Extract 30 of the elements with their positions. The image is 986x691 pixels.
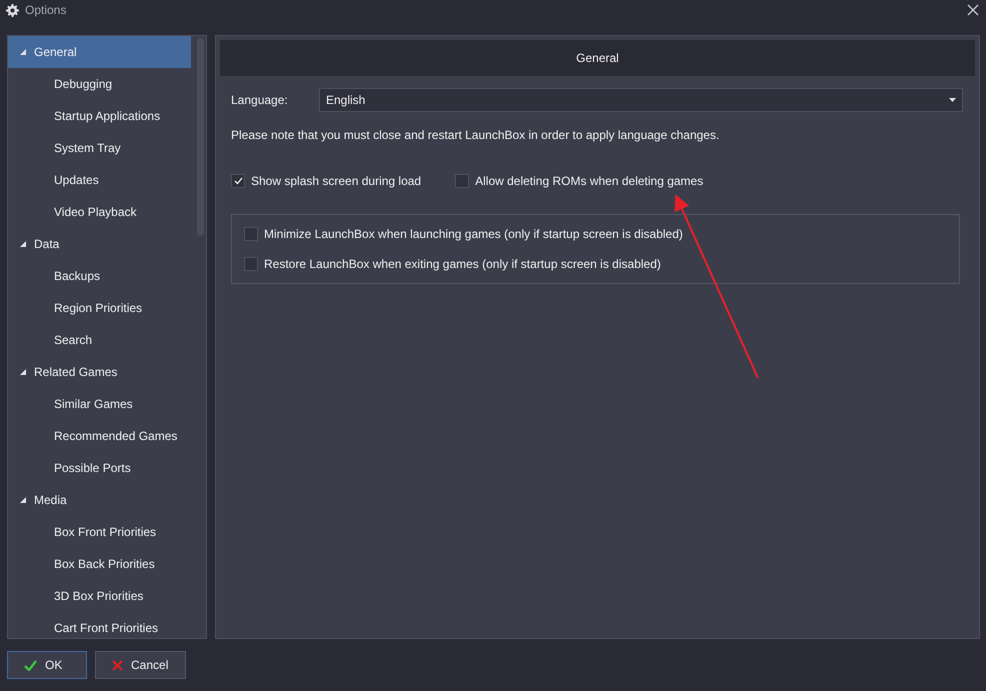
window-title: Options — [25, 2, 66, 19]
ok-button[interactable]: OK — [7, 651, 87, 679]
field-label: Language: — [231, 92, 289, 109]
tree-item[interactable]: Box Front Priorities — [8, 516, 191, 548]
checkbox[interactable]: Allow deleting ROMs when deleting games — [455, 172, 704, 190]
tree-item[interactable]: Startup Applications — [8, 100, 191, 132]
checkbox[interactable]: Minimize LaunchBox when launching games (only if startup screen is disabled) — [244, 225, 683, 243]
tree-item[interactable]: Similar Games — [8, 388, 191, 420]
tree-item[interactable]: Possible Ports — [8, 452, 191, 484]
tree-item[interactable]: Debugging — [8, 68, 191, 100]
tree-item[interactable]: Region Priorities — [8, 292, 191, 324]
tree-item[interactable]: Related Games — [8, 356, 191, 388]
tree-item[interactable]: Cart Front Priorities — [8, 612, 191, 638]
checkbox[interactable]: Show splash screen during load — [231, 172, 422, 190]
checkbox[interactable]: Restore LaunchBox when exiting games (only if startup screen is disabled) — [244, 255, 661, 273]
tree-item[interactable]: System Tray — [8, 132, 191, 164]
tree-item[interactable]: Recommended Games — [8, 420, 191, 452]
tree-item[interactable]: Data — [8, 228, 191, 260]
tree-item[interactable]: Updates — [8, 164, 191, 196]
tree-item[interactable]: General — [8, 36, 191, 68]
tree-item[interactable]: Video Playback — [8, 196, 191, 228]
tree-item[interactable]: Box Back Priorities — [8, 548, 191, 580]
tree-item[interactable]: Media — [8, 484, 191, 516]
tree-item[interactable]: Backups — [8, 260, 191, 292]
tree-item[interactable]: 3D Box Priorities — [8, 580, 191, 612]
tree-item[interactable]: Search — [8, 324, 191, 356]
language-dropdown[interactable]: English — [319, 88, 963, 112]
section-header: General — [220, 40, 975, 76]
note-text: Please note that you must close and restart LaunchBox in order to apply language changes. — [231, 127, 720, 144]
cancel-button[interactable]: Cancel — [95, 651, 186, 679]
